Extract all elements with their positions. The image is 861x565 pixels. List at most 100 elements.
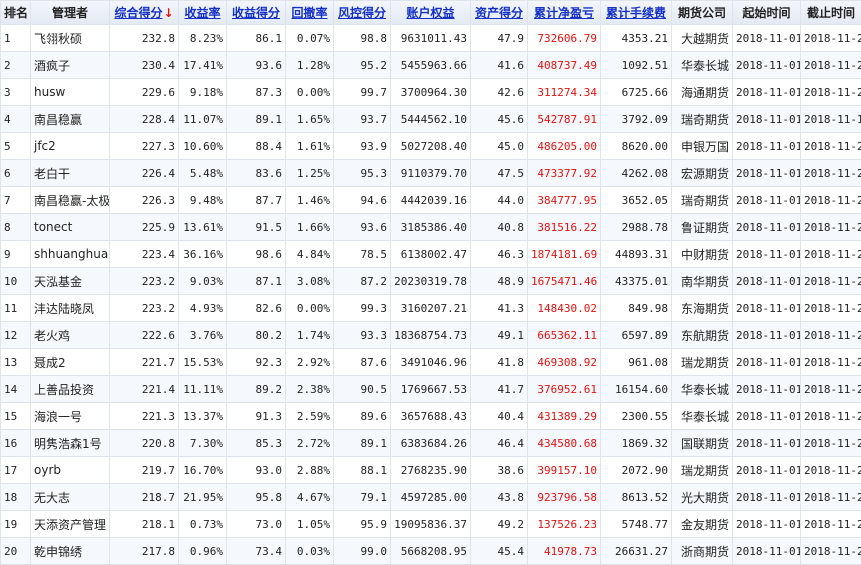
cell-start: 2018-11-01: [733, 160, 801, 187]
cell-score: 226.4: [110, 160, 179, 187]
cell-return-rate: 10.60%: [179, 133, 227, 160]
cell-score: 221.4: [110, 376, 179, 403]
cell-score: 221.3: [110, 403, 179, 430]
cell-equity: 6138002.47: [391, 241, 471, 268]
cell-fees: 6597.89: [601, 322, 672, 349]
cell-manager: shhuanghuang: [31, 241, 110, 268]
cell-equity: 5027208.40: [391, 133, 471, 160]
cell-manager: 天泓基金: [31, 268, 110, 295]
cell-manager: 聂成2: [31, 349, 110, 376]
cell-score: 223.2: [110, 268, 179, 295]
cell-risk-score: 99.7: [334, 79, 391, 106]
cell-end: 2018-11-20: [801, 295, 861, 322]
cell-fees: 6725.66: [601, 79, 672, 106]
cell-equity: 2768235.90: [391, 457, 471, 484]
cell-equity: 3160207.21: [391, 295, 471, 322]
cell-return-rate: 21.95%: [179, 484, 227, 511]
cell-net-pnl: 408737.49: [528, 52, 601, 79]
cell-return-rate: 15.53%: [179, 349, 227, 376]
header-return-score-sort[interactable]: 收益得分: [227, 1, 286, 25]
cell-score: 219.7: [110, 457, 179, 484]
cell-drawdown: 1.46%: [286, 187, 334, 214]
cell-drawdown: 0.00%: [286, 295, 334, 322]
cell-drawdown: 2.72%: [286, 430, 334, 457]
cell-return-rate: 0.96%: [179, 538, 227, 565]
cell-company: 国联期货: [672, 430, 733, 457]
cell-rank: 1: [1, 25, 31, 52]
cell-company: 宏源期货: [672, 160, 733, 187]
cell-manager: 上善品投资: [31, 376, 110, 403]
cell-risk-score: 93.6: [334, 214, 391, 241]
header-score-sort[interactable]: 综合得分↓: [110, 1, 179, 25]
cell-start: 2018-11-01: [733, 511, 801, 538]
cell-net-pnl: 41978.73: [528, 538, 601, 565]
cell-net-pnl: 399157.10: [528, 457, 601, 484]
cell-manager: 海浪一号: [31, 403, 110, 430]
cell-net-pnl: 665362.11: [528, 322, 601, 349]
cell-return-score: 87.7: [227, 187, 286, 214]
cell-fees: 44893.31: [601, 241, 672, 268]
table-row: 6老白干226.45.48%83.61.25%95.39110379.7047.…: [1, 160, 861, 187]
cell-drawdown: 1.05%: [286, 511, 334, 538]
cell-score: 221.7: [110, 349, 179, 376]
cell-end: 2018-11-20: [801, 133, 861, 160]
cell-company: 浙商期货: [672, 538, 733, 565]
cell-return-score: 93.6: [227, 52, 286, 79]
cell-drawdown: 1.61%: [286, 133, 334, 160]
cell-score: 229.6: [110, 79, 179, 106]
cell-net-pnl: 542787.91: [528, 106, 601, 133]
cell-return-rate: 3.76%: [179, 322, 227, 349]
cell-fees: 3652.05: [601, 187, 672, 214]
cell-return-score: 95.8: [227, 484, 286, 511]
cell-drawdown: 4.67%: [286, 484, 334, 511]
cell-return-rate: 4.93%: [179, 295, 227, 322]
cell-net-pnl: 732606.79: [528, 25, 601, 52]
table-row: 14上善品投资221.411.11%89.22.38%90.51769667.5…: [1, 376, 861, 403]
cell-rank: 19: [1, 511, 31, 538]
header-drawdown-sort[interactable]: 回撤率: [286, 1, 334, 25]
cell-score: 218.7: [110, 484, 179, 511]
cell-end: 2018-11-20: [801, 484, 861, 511]
cell-company: 华泰长城: [672, 52, 733, 79]
cell-manager: husw: [31, 79, 110, 106]
cell-risk-score: 99.0: [334, 538, 391, 565]
table-row: 1飞翎秋硕232.88.23%86.10.07%98.89631011.4347…: [1, 25, 861, 52]
header-asset-score-sort[interactable]: 资产得分: [471, 1, 528, 25]
table-row: 7南昌稳赢-太极226.39.48%87.71.46%94.64442039.1…: [1, 187, 861, 214]
cell-start: 2018-11-01: [733, 538, 801, 565]
cell-drawdown: 3.08%: [286, 268, 334, 295]
cell-start: 2018-11-01: [733, 52, 801, 79]
cell-score: 220.8: [110, 430, 179, 457]
cell-start: 2018-11-01: [733, 376, 801, 403]
cell-equity: 3185386.40: [391, 214, 471, 241]
cell-drawdown: 2.38%: [286, 376, 334, 403]
cell-manager: jfc2: [31, 133, 110, 160]
table-row: 20乾申锦绣217.80.96%73.40.03%99.05668208.954…: [1, 538, 861, 565]
cell-manager: 无大志: [31, 484, 110, 511]
cell-manager: 明隽浩森1号: [31, 430, 110, 457]
cell-net-pnl: 473377.92: [528, 160, 601, 187]
cell-risk-score: 78.5: [334, 241, 391, 268]
cell-equity: 9110379.70: [391, 160, 471, 187]
cell-asset-score: 40.4: [471, 403, 528, 430]
cell-return-score: 87.1: [227, 268, 286, 295]
header-net-pnl-sort[interactable]: 累计净盈亏: [528, 1, 601, 25]
cell-start: 2018-11-01: [733, 133, 801, 160]
header-equity-sort[interactable]: 账户权益: [391, 1, 471, 25]
cell-net-pnl: 384777.95: [528, 187, 601, 214]
header-fees-sort[interactable]: 累计手续费: [601, 1, 672, 25]
cell-fees: 8613.52: [601, 484, 672, 511]
cell-risk-score: 93.3: [334, 322, 391, 349]
header-return-rate-sort[interactable]: 收益率: [179, 1, 227, 25]
cell-return-score: 73.4: [227, 538, 286, 565]
cell-score: 222.6: [110, 322, 179, 349]
header-risk-score-sort[interactable]: 风控得分: [334, 1, 391, 25]
cell-end: 2018-11-20: [801, 241, 861, 268]
cell-score: 218.1: [110, 511, 179, 538]
cell-end: 2018-11-20: [801, 79, 861, 106]
cell-company: 金友期货: [672, 511, 733, 538]
cell-company: 大越期货: [672, 25, 733, 52]
header-manager: 管理者: [31, 1, 110, 25]
cell-end: 2018-11-20: [801, 349, 861, 376]
cell-net-pnl: 434580.68: [528, 430, 601, 457]
